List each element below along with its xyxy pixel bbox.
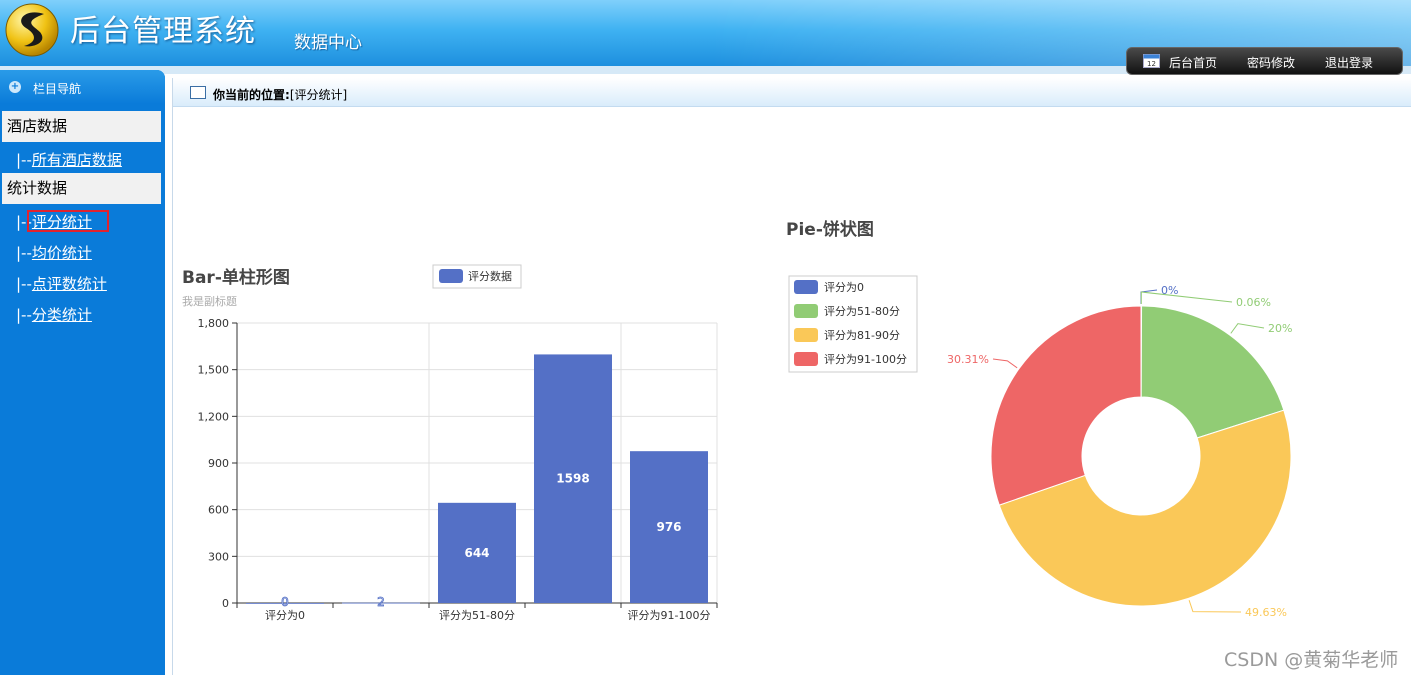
bar-value-label: 644 <box>464 546 489 560</box>
x-tick-label: 评分为91-100分 <box>628 609 711 622</box>
svg-text:12: 12 <box>1147 60 1156 68</box>
sidebar-item-avg-price-stats[interactable]: |--均价统计 <box>16 242 92 263</box>
legend-label[interactable]: 评分为81-90分 <box>824 329 900 342</box>
y-tick-label: 600 <box>208 504 229 517</box>
legend-swatch <box>794 352 818 366</box>
legend-swatch <box>794 304 818 318</box>
app-title: 后台管理系统 <box>70 14 256 49</box>
pie-slice[interactable] <box>990 305 1142 506</box>
change-password-link[interactable]: 密码修改 <box>1247 54 1295 71</box>
watermark: CSDN @黄菊华老师 <box>1224 649 1399 671</box>
bar-chart-title: Bar-单柱形图 <box>182 267 290 288</box>
pie-chart: Pie-饼状图 评分为0 评分为51-80分评分为81-90分评分为91-100分… <box>786 219 1292 619</box>
sidebar-item-review-count-stats[interactable]: |--点评数统计 <box>16 273 107 294</box>
y-tick-label: 1,200 <box>198 410 230 423</box>
pie-chart-title: Pie-饼状图 <box>786 219 874 240</box>
legend-swatch <box>794 280 818 294</box>
bar-plot-area: 0 300 600 900 1,200 1,500 1,800 0 2 644 1598 976 评分为… <box>198 317 718 622</box>
bar-value-label: 0 <box>281 595 289 609</box>
bar-value-label: 2 <box>377 595 385 609</box>
location-icon <box>190 86 206 99</box>
pie-label-line <box>1140 291 1233 305</box>
breadcrumb-text: 你当前的位置:[评分统计] <box>213 86 347 103</box>
active-item-highlight <box>27 210 109 232</box>
breadcrumb-value: [评分统计] <box>289 88 348 102</box>
pie-plot-area: 0%0.06%20%49.63%30.31% <box>947 284 1292 619</box>
x-tick-label: 评分为0 <box>265 609 305 622</box>
sidebar-heading-label: 栏目导航 <box>33 82 82 96</box>
item-prefix: |-- <box>16 275 32 293</box>
item-prefix: |-- <box>16 151 32 169</box>
bar-value-label: 1598 <box>556 472 589 486</box>
pie-slice-label: 0.06% <box>1236 296 1271 309</box>
bar-value-label: 976 <box>656 520 681 534</box>
y-tick-label: 1,800 <box>198 317 230 330</box>
y-tick-label: 1,500 <box>198 364 230 377</box>
legend-swatch <box>439 269 463 283</box>
calendar-icon: 12 <box>1143 54 1160 68</box>
y-tick-label: 0 <box>222 597 229 610</box>
expand-icon[interactable]: + <box>9 81 21 93</box>
sidebar-item-label[interactable]: 点评数统计 <box>32 275 107 293</box>
item-prefix: |-- <box>16 306 32 324</box>
y-tick-label: 300 <box>208 550 229 563</box>
pie-label-line <box>992 358 1018 369</box>
sidebar-section-stats: 统计数据 <box>2 173 161 204</box>
breadcrumb-label: 你当前的位置: <box>213 88 290 102</box>
pie-label-line <box>1188 600 1242 613</box>
legend-label[interactable]: 评分为0 <box>824 281 864 294</box>
legend-label[interactable]: 评分为91-100分 <box>824 353 907 366</box>
legend-swatch <box>794 328 818 342</box>
sidebar-heading: + 栏目导航 <box>0 70 165 104</box>
sidebar-section-hotel-data: 酒店数据 <box>2 111 161 142</box>
sidebar-item-all-hotels[interactable]: |--所有酒店数据 <box>16 149 122 170</box>
logo-icon <box>5 3 59 57</box>
logout-link[interactable]: 退出登录 <box>1325 54 1373 71</box>
pie-slice-label: 20% <box>1268 322 1292 335</box>
header-subtitle: 数据中心 <box>294 33 362 53</box>
bar-chart: Bar-单柱形图 我是副标题 评分数据 0 300 600 900 1,200 1,500… <box>182 264 718 622</box>
legend-label: 评分数据 <box>468 269 512 283</box>
legend-label[interactable]: 评分为51-80分 <box>824 305 900 318</box>
pie-slice-label: 30.31% <box>947 353 989 366</box>
y-tick-label: 900 <box>208 457 229 470</box>
sidebar-item-category-stats[interactable]: |--分类统计 <box>16 304 92 325</box>
sidebar-item-label[interactable]: 所有酒店数据 <box>32 151 122 169</box>
breadcrumb: 你当前的位置:[评分统计] <box>173 78 1411 107</box>
item-prefix: |-- <box>16 244 32 262</box>
pie-slice-label: 49.63% <box>1245 606 1287 619</box>
pie-legend[interactable]: 评分为0 评分为51-80分评分为81-90分评分为91-100分 <box>788 275 918 373</box>
bar-chart-subtitle: 我是副标题 <box>182 294 237 308</box>
bar-legend[interactable]: 评分数据 <box>432 264 522 289</box>
sidebar-item-label[interactable]: 均价统计 <box>32 244 92 262</box>
sidebar-item-label[interactable]: 分类统计 <box>32 306 92 324</box>
home-link[interactable]: 后台首页 <box>1169 54 1217 71</box>
x-tick-label: 评分为51-80分 <box>439 609 515 622</box>
pie-label-line <box>1230 323 1265 334</box>
top-nav: 12 后台首页 密码修改 退出登录 <box>1126 47 1403 75</box>
